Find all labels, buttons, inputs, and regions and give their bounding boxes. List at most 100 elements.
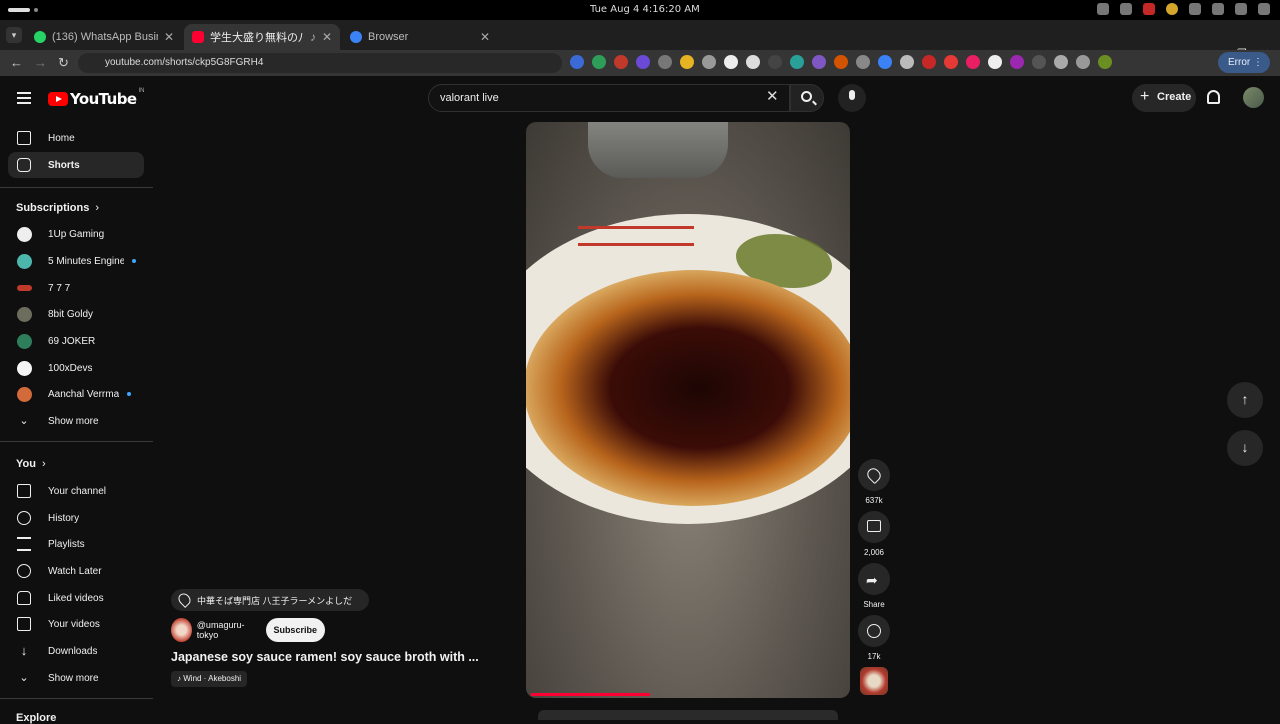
- search-input[interactable]: valorant live: [428, 84, 790, 112]
- extension-icon[interactable]: [944, 55, 958, 69]
- network-icon[interactable]: [1212, 3, 1224, 15]
- mic-tray-icon[interactable]: [1166, 3, 1178, 15]
- extension-icon[interactable]: [570, 55, 584, 69]
- extension-icon[interactable]: [592, 55, 606, 69]
- extension-icon[interactable]: [680, 55, 694, 69]
- sidebar-sub-5-minutes-engineering[interactable]: 5 Minutes Engineering: [8, 248, 144, 274]
- menu-icon[interactable]: [17, 92, 31, 104]
- music-chip[interactable]: ♪ Wind · Akeboshi: [171, 671, 248, 687]
- sidebar-show-more-you[interactable]: ⌄ Show more: [8, 665, 144, 691]
- url-field[interactable]: youtube.com/shorts/ckp5G8FGRH4: [78, 53, 562, 73]
- extension-icon[interactable]: [790, 55, 804, 69]
- tab-search-button[interactable]: ▾: [6, 27, 22, 43]
- sidebar-item-playlists[interactable]: Playlists: [8, 531, 144, 557]
- sidebar-item-shorts[interactable]: Shorts: [8, 152, 144, 178]
- tab-browser[interactable]: Browser ✕: [342, 24, 498, 50]
- sidebar-sub-69-joker[interactable]: 69 JOKER: [8, 328, 144, 354]
- extension-icon[interactable]: [988, 55, 1002, 69]
- voice-search-button[interactable]: [838, 84, 866, 112]
- os-top-bar: Tue Aug 4 4:16:20 AM: [0, 0, 1280, 20]
- sidebar-item-downloads[interactable]: ↓ Downloads: [8, 638, 144, 664]
- extension-icon[interactable]: [834, 55, 848, 69]
- subscribe-button[interactable]: Subscribe: [265, 617, 325, 642]
- sidebar-item-watch-later[interactable]: Watch Later: [8, 558, 144, 584]
- sidebar-item-home[interactable]: Home: [8, 125, 144, 151]
- channel-avatar[interactable]: [171, 617, 192, 642]
- close-tab-icon[interactable]: ✕: [480, 30, 490, 44]
- workspace-indicator[interactable]: [8, 8, 30, 12]
- back-icon[interactable]: ←: [10, 55, 23, 70]
- tab-whatsapp[interactable]: (136) WhatsApp Business ✕: [26, 24, 182, 50]
- next-short-button[interactable]: ↓: [1227, 430, 1263, 466]
- next-short-preview[interactable]: [538, 710, 838, 720]
- sidebar-item-your-videos[interactable]: Your videos: [8, 611, 144, 637]
- notifications-bell-icon[interactable]: [1207, 90, 1220, 104]
- sidebar-item-label: Your channel: [48, 485, 107, 497]
- sidebar-item-liked-videos[interactable]: Liked videos: [8, 585, 144, 611]
- subscriptions-heading[interactable]: Subscriptions ›: [16, 202, 99, 214]
- reload-icon[interactable]: ↻: [58, 55, 69, 71]
- profile-icon[interactable]: [1098, 55, 1112, 69]
- extension-icon[interactable]: [856, 55, 870, 69]
- power-icon[interactable]: [1258, 3, 1270, 15]
- close-tab-icon[interactable]: ✕: [164, 30, 174, 44]
- sound-thumbnail[interactable]: [860, 667, 888, 695]
- remix-button[interactable]: [858, 615, 890, 647]
- sidebar-item-your-channel[interactable]: Your channel: [8, 478, 144, 504]
- video-progress-bar[interactable]: [531, 693, 651, 696]
- media-icon[interactable]: [1076, 55, 1090, 69]
- extension-icon[interactable]: [1010, 55, 1024, 69]
- clear-search-icon[interactable]: ✕: [766, 89, 779, 104]
- short-title[interactable]: Japanese soy sauce ramen! soy sauce brot…: [171, 650, 479, 664]
- channel-handle[interactable]: @umaguru-tokyo: [197, 620, 257, 640]
- short-video-player[interactable]: [526, 122, 850, 698]
- sidebar-show-more-subscriptions[interactable]: ⌄ Show more: [8, 408, 144, 434]
- sidebar-item-history[interactable]: History: [8, 505, 144, 531]
- extension-icon[interactable]: [702, 55, 716, 69]
- share-label: Share: [863, 600, 885, 609]
- sidebar-sub-777[interactable]: 7 7 7: [8, 275, 144, 301]
- youtube-logo[interactable]: YouTube IN: [48, 88, 144, 108]
- extension-icon[interactable]: [878, 55, 892, 69]
- close-tab-icon[interactable]: ✕: [322, 30, 332, 44]
- puzzle-icon[interactable]: [1054, 55, 1068, 69]
- battery-icon[interactable]: [1235, 3, 1247, 15]
- chevron-down-icon: ⌄: [19, 672, 29, 684]
- speaker-icon[interactable]: ♪: [310, 30, 316, 44]
- error-label: Error: [1228, 57, 1251, 68]
- sidebar-sub-aanchal-verrma[interactable]: Aanchal Verrma: [8, 381, 144, 407]
- extension-icon[interactable]: [966, 55, 980, 69]
- workspace-dot[interactable]: [34, 8, 38, 12]
- search-button[interactable]: [790, 84, 824, 112]
- extension-icon[interactable]: [746, 55, 760, 69]
- extension-icon[interactable]: [636, 55, 650, 69]
- sidebar-sub-1up-gaming[interactable]: 1Up Gaming: [8, 221, 144, 247]
- extension-icon[interactable]: [900, 55, 914, 69]
- extension-icon[interactable]: [768, 55, 782, 69]
- forward-icon[interactable]: →: [34, 55, 47, 70]
- account-avatar[interactable]: [1243, 87, 1264, 108]
- volume-icon[interactable]: [1189, 3, 1201, 15]
- extension-icon[interactable]: [724, 55, 738, 69]
- os-clock[interactable]: Tue Aug 4 4:16:20 AM: [590, 4, 700, 15]
- tab-youtube[interactable]: 学生大盛り無料の八王子 ♪ ✕: [184, 24, 340, 50]
- error-badge[interactable]: Error ⋮: [1218, 52, 1270, 73]
- sidebar-item-label: Shorts: [48, 159, 80, 171]
- extension-icon[interactable]: [812, 55, 826, 69]
- extension-icon[interactable]: [922, 55, 936, 69]
- recording-tray-icon[interactable]: [1143, 3, 1155, 15]
- sidebar-sub-100xdevs[interactable]: 100xDevs: [8, 355, 144, 381]
- create-button[interactable]: + Create: [1132, 84, 1196, 112]
- you-heading[interactable]: You ›: [16, 458, 46, 470]
- comment-button[interactable]: [858, 511, 890, 543]
- extension-icon[interactable]: [1032, 55, 1046, 69]
- previous-short-button[interactable]: ↑: [1227, 382, 1263, 418]
- adblock-icon[interactable]: [614, 55, 628, 69]
- sidebar-sub-8bit-goldy[interactable]: 8bit Goldy: [8, 301, 144, 327]
- discord-tray-icon[interactable]: [1120, 3, 1132, 15]
- location-chip[interactable]: 中華そば専門店 八王子ラーメンよしだ: [171, 589, 369, 611]
- share-button[interactable]: ➦: [858, 563, 890, 595]
- tray-app-icon[interactable]: [1097, 3, 1109, 15]
- extension-icon[interactable]: [658, 55, 672, 69]
- like-button[interactable]: [858, 459, 890, 491]
